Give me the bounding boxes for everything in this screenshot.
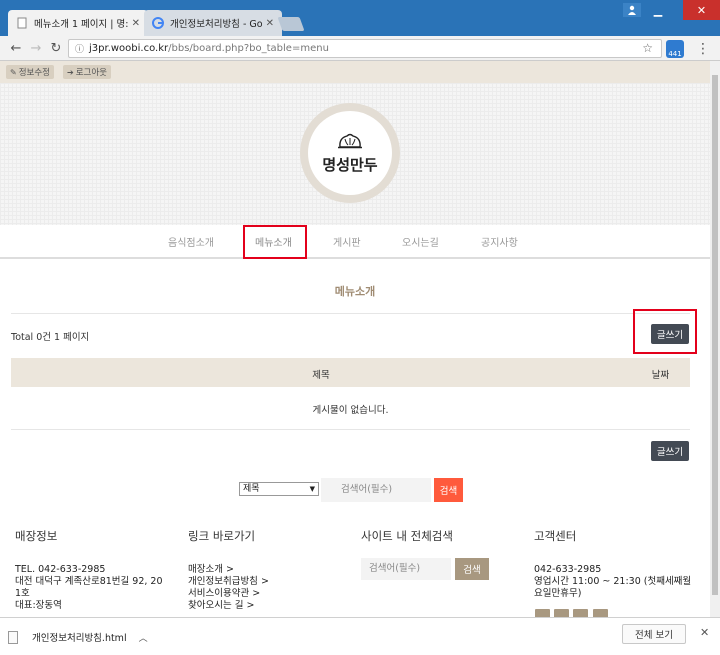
write-button-top[interactable]: 글쓰기 (651, 324, 689, 344)
close-download-bar-icon[interactable]: ✕ (700, 626, 709, 639)
total-count: Total 0건 1 페이지 (11, 332, 90, 343)
table-divider (11, 429, 690, 430)
google-icon (152, 17, 164, 29)
forward-icon[interactable]: → (28, 41, 44, 57)
instagram-icon[interactable] (593, 609, 608, 617)
link-terms[interactable]: 서비스이용약관 > (188, 588, 269, 600)
site-logo[interactable]: 명성만두 (300, 103, 400, 203)
tab-menu-page[interactable]: 메뉴소개 1 페이지 | 명: ✕ (8, 10, 148, 36)
browser-titlebar: 메뉴소개 1 페이지 | 명: ✕ 개인정보처리방침 - Goo ✕ ▁ ✕ (0, 0, 720, 36)
link-privacy[interactable]: 개인정보취급방침 > (188, 576, 269, 588)
footer-search-heading: 사이트 내 전체검색 (361, 529, 453, 543)
tab-label: 메뉴소개 1 페이지 | 명: (34, 19, 128, 30)
blog-icon[interactable] (573, 609, 588, 617)
url-path: /bbs/board.php?bo_table=menu (168, 43, 329, 54)
write-button-bottom[interactable]: 글쓰기 (651, 441, 689, 461)
edit-info-label: 정보수정 (18, 68, 50, 78)
browser-menu-icon[interactable]: ⋮ (696, 40, 710, 58)
nav-item-board[interactable]: 게시판 (333, 234, 361, 249)
empty-message: 게시물이 없습니다. (312, 405, 389, 416)
main-navigation: 음식점소개 메뉴소개 게시판 오시는길 공지사항 (0, 225, 710, 259)
chevron-up-icon[interactable]: ︿ (139, 631, 148, 644)
footer-support: 고객센터 042-633-2985 영업시간 11:00 ~ 21:30 (첫째… (534, 528, 691, 600)
page-scrollbar[interactable] (710, 61, 720, 617)
page-icon (16, 17, 28, 29)
download-item[interactable]: 개인정보처리방침.html ︿ (8, 627, 148, 647)
user-icon[interactable] (623, 3, 641, 17)
support-holiday: 요일만휴무) (534, 588, 582, 599)
footer-links-heading: 링크 바로가기 (188, 529, 256, 543)
chevron-down-icon: ▼ (309, 485, 315, 493)
back-icon[interactable]: ← (8, 41, 24, 57)
close-window-icon[interactable]: ✕ (683, 0, 720, 20)
url-host: j3pr.woobi.co.kr (89, 43, 169, 54)
bookmark-star-icon[interactable]: ☆ (642, 41, 653, 55)
tab-close-icon[interactable]: ✕ (132, 18, 140, 29)
facebook-icon[interactable] (535, 609, 550, 617)
board-search: 제목 ▼ 검색어(필수) 검색 (0, 478, 710, 502)
tab-label: 개인정보처리방침 - Goo (170, 19, 262, 30)
top-member-bar: ✎ 정보수정 ➔ 로그아웃 (0, 61, 710, 83)
select-value: 제목 (243, 484, 260, 494)
search-field-select[interactable]: 제목 ▼ (239, 482, 319, 496)
logo-text: 명성만두 (322, 155, 378, 174)
extension-icon[interactable]: 441 (666, 40, 684, 58)
site-search-input[interactable]: 검색어(필수) (361, 558, 451, 580)
footer-store-heading: 매장정보 (15, 529, 58, 543)
download-filename: 개인정보처리방침.html (32, 633, 127, 644)
logout-label: 로그아웃 (75, 68, 107, 78)
file-icon (8, 630, 18, 644)
search-button[interactable]: 검색 (434, 478, 463, 502)
board-table-header: 제목 날짜 (11, 358, 690, 387)
address-bar: ← → ↻ ⓘ j3pr.woobi.co.kr /bbs/board.php?… (0, 36, 720, 61)
scrollbar-thumb[interactable] (712, 75, 718, 595)
support-hours: 영업시간 11:00 ~ 21:30 (첫째세째월 (534, 576, 692, 587)
twitter-icon[interactable] (554, 609, 569, 617)
tab-privacy-policy[interactable]: 개인정보처리방침 - Goo ✕ (144, 10, 282, 36)
nav-item-notice[interactable]: 공지사항 (481, 234, 518, 249)
info-icon[interactable]: ⓘ (75, 42, 84, 55)
column-date: 날짜 (651, 370, 670, 381)
edit-icon: ✎ (10, 67, 17, 77)
new-tab-button[interactable] (277, 17, 305, 31)
nav-item-directions[interactable]: 오시는길 (402, 234, 439, 249)
page-title: 메뉴소개 (334, 285, 376, 298)
header-banner: 명성만두 (0, 83, 710, 225)
logout-button[interactable]: ➔ 로그아웃 (63, 65, 111, 79)
minimize-icon[interactable]: ▁ (645, 0, 671, 20)
footer-support-heading: 고객센터 (534, 529, 577, 543)
store-tel: TEL. 042-633-2985 (15, 564, 106, 575)
nav-item-restaurant-intro[interactable]: 음식점소개 (168, 234, 214, 249)
footer-links: 링크 바로가기 매장소개 > 개인정보취급방침 > 서비스이용약관 > 찾아오시… (188, 528, 269, 612)
logo-inner: 명성만두 (308, 111, 392, 195)
column-subject: 제목 (312, 370, 330, 381)
title-divider (11, 313, 690, 314)
footer: 매장정보 TEL. 042-633-2985 대전 대덕구 계족산로81번길 9… (0, 508, 710, 617)
logout-icon: ➔ (67, 67, 74, 77)
extension-badge: 441 (668, 50, 682, 58)
link-store-intro[interactable]: 매장소개 > (188, 564, 269, 576)
tab-close-icon[interactable]: ✕ (266, 18, 274, 29)
link-directions[interactable]: 찾아오시는 길 > (188, 600, 269, 612)
store-address: 대전 대덕구 계족산로81번길 92, 20 (15, 576, 163, 587)
search-input[interactable]: 검색어(필수) (321, 478, 431, 502)
edit-info-button[interactable]: ✎ 정보수정 (6, 65, 54, 79)
download-bar: 개인정보처리방침.html ︿ 전체 보기 ✕ (0, 617, 720, 655)
site-search-button[interactable]: 검색 (455, 558, 489, 580)
nav-highlight-box (243, 225, 307, 259)
store-owner: 대표:장동역 (15, 600, 62, 611)
show-all-downloads-button[interactable]: 전체 보기 (622, 624, 686, 644)
url-field[interactable]: ⓘ j3pr.woobi.co.kr /bbs/board.php?bo_tab… (68, 39, 662, 58)
page-viewport: ✎ 정보수정 ➔ 로그아웃 명성만두 음식점소개 메뉴소개 게시판 오시는길 공지사… (0, 61, 710, 617)
store-address-cont: 1호 (15, 588, 30, 599)
reload-icon[interactable]: ↻ (48, 41, 64, 57)
dumpling-icon (338, 133, 362, 148)
footer-store-info: 매장정보 TEL. 042-633-2985 대전 대덕구 계족산로81번길 9… (15, 528, 163, 612)
support-phone: 042-633-2985 (534, 564, 602, 575)
